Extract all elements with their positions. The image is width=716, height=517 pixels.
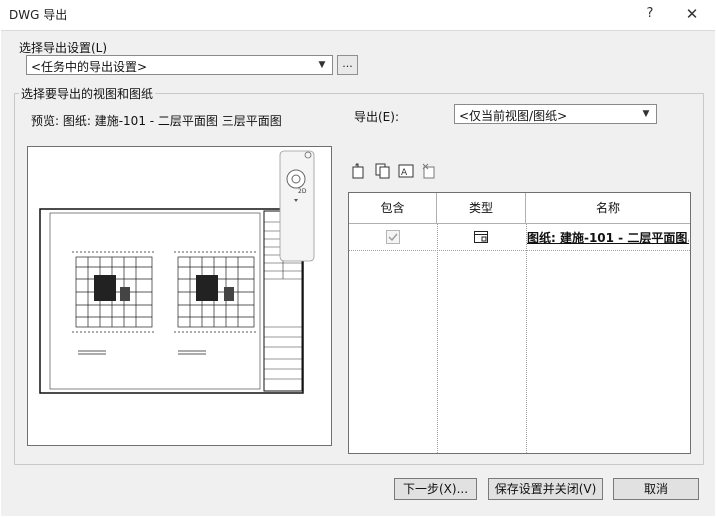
- export-label: 导出(E):: [354, 110, 399, 124]
- duplicate-icon[interactable]: [374, 162, 392, 180]
- sheet-name[interactable]: 图纸: 建施-101 - 二层平面图...: [527, 229, 689, 246]
- export-settings-label: 选择导出设置(L): [19, 41, 108, 55]
- include-checkbox[interactable]: [386, 230, 400, 244]
- window-title: DWG 导出: [9, 8, 68, 22]
- svg-text:*: *: [355, 163, 358, 170]
- preview-pane[interactable]: 2D: [27, 146, 332, 446]
- chevron-down-icon: ▼: [642, 109, 650, 119]
- new-sheet-icon[interactable]: *: [350, 162, 368, 180]
- table-header: 包含 类型 名称: [349, 193, 690, 224]
- export-settings-more-button[interactable]: ...: [337, 55, 358, 75]
- table-row[interactable]: 图纸: 建施-101 - 二层平面图...: [349, 224, 690, 251]
- preview-label: 预览: 图纸: 建施-101 - 二层平面图 三层平面图: [31, 114, 282, 128]
- chevron-down-icon: ▼: [318, 60, 326, 70]
- close-button[interactable]: ✕: [680, 3, 704, 25]
- title-bar: DWG 导出 ? ✕: [0, 0, 716, 30]
- drawing-preview: 2D: [39, 150, 315, 394]
- views-group-title: 选择要导出的视图和图纸: [19, 85, 156, 102]
- column-include[interactable]: 包含: [349, 193, 437, 224]
- rename-icon[interactable]: A: [397, 162, 415, 180]
- cancel-button[interactable]: 取消: [613, 478, 699, 500]
- help-button[interactable]: ?: [638, 3, 662, 25]
- save-and-close-button[interactable]: 保存设置并关闭(V): [488, 478, 603, 500]
- export-scope-select[interactable]: <仅当前视图/图纸> ▼: [454, 104, 657, 124]
- delete-icon[interactable]: [420, 162, 438, 180]
- svg-text:2D: 2D: [298, 188, 307, 195]
- column-name[interactable]: 名称: [526, 193, 690, 224]
- export-scope-value: <仅当前视图/图纸>: [459, 109, 568, 123]
- sheet-icon: [474, 231, 488, 243]
- export-settings-select[interactable]: <任务中的导出设置> ▼: [26, 55, 333, 75]
- next-button[interactable]: 下一步(X)...: [394, 478, 477, 500]
- views-table[interactable]: 包含 类型 名称 图纸: 建施-101 - 二层平面图...: [348, 192, 691, 454]
- column-type[interactable]: 类型: [437, 193, 526, 224]
- svg-text:A: A: [401, 168, 408, 178]
- export-settings-value: <任务中的导出设置>: [31, 60, 148, 74]
